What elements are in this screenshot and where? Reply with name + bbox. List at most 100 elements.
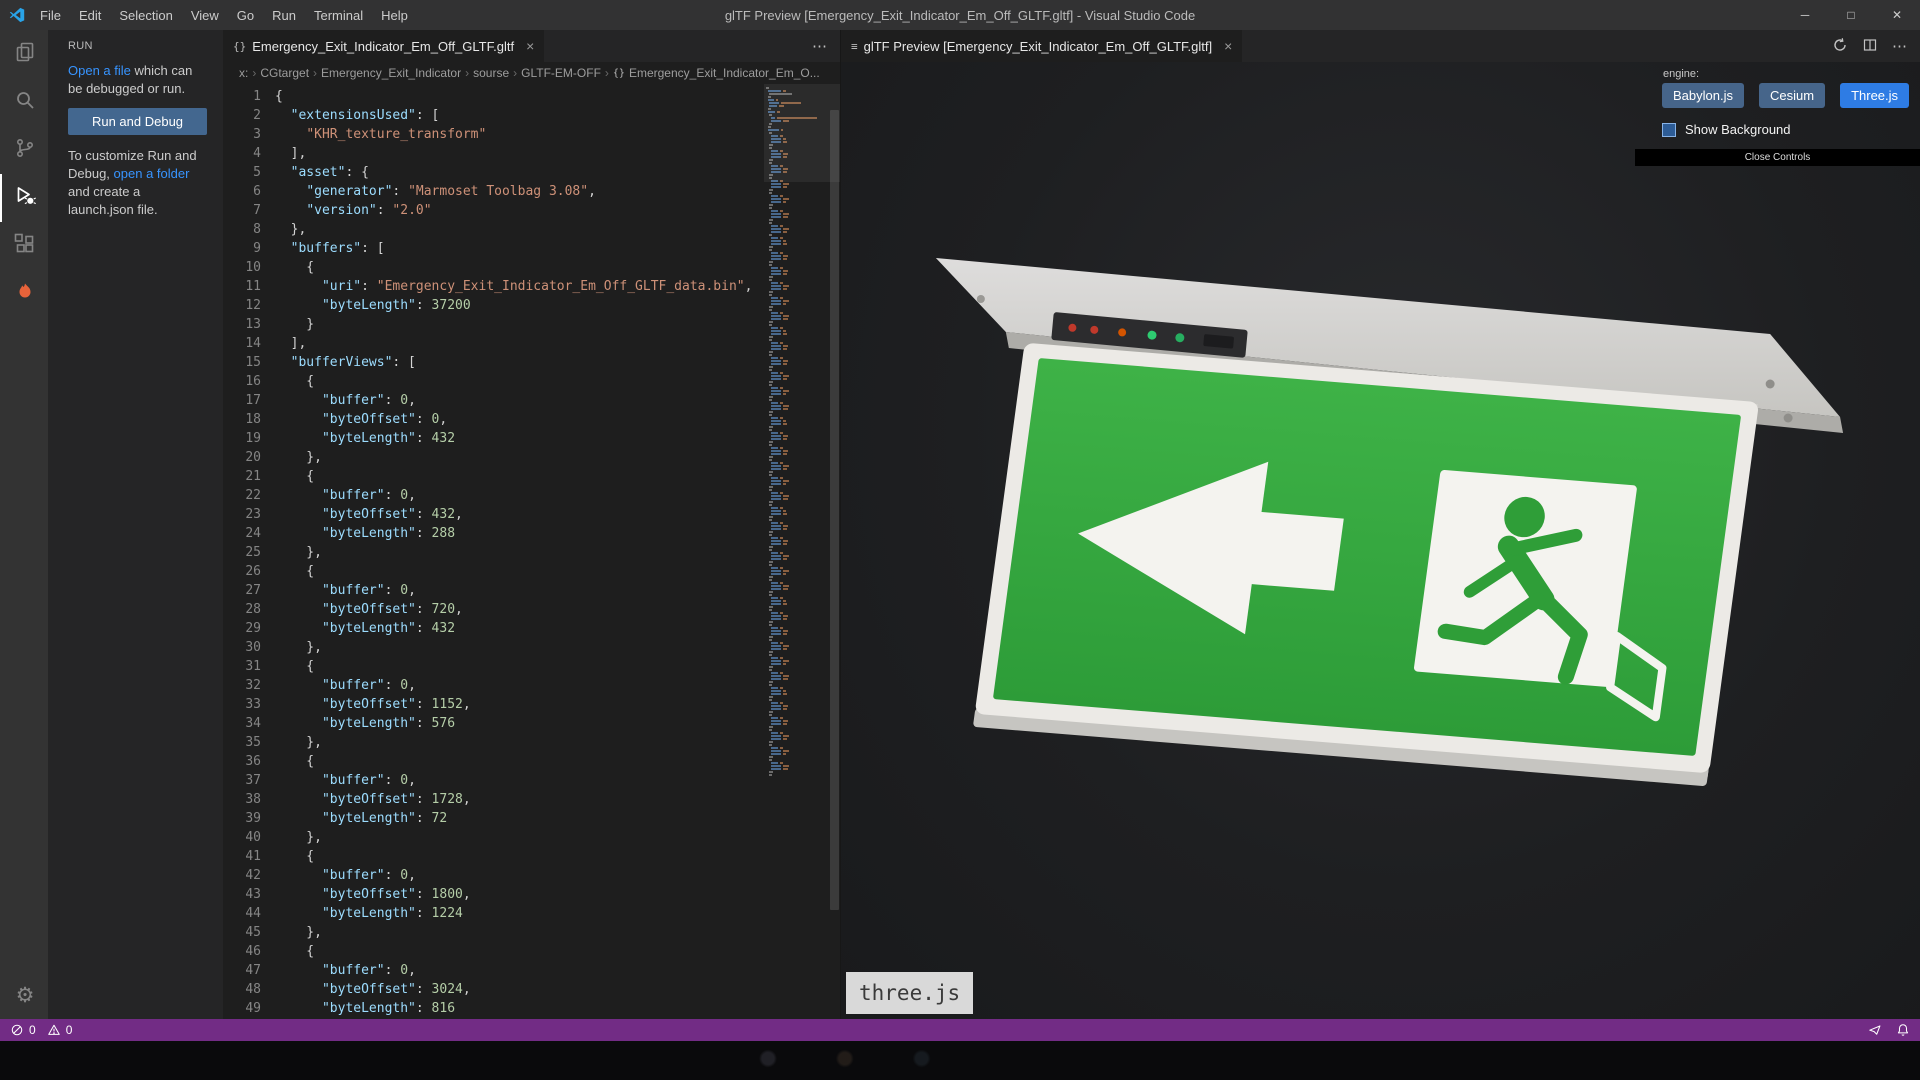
activity-item-settings[interactable]: ⚙	[0, 971, 48, 1019]
menu-edit[interactable]: Edit	[70, 0, 110, 30]
line-number[interactable]: 43	[223, 885, 261, 904]
line-number[interactable]: 13	[223, 315, 261, 334]
menu-view[interactable]: View	[182, 0, 228, 30]
split-editor-icon[interactable]	[1862, 37, 1878, 56]
line-number[interactable]: 30	[223, 638, 261, 657]
breadcrumb-item[interactable]: x:	[237, 66, 250, 80]
engine-button-threejs[interactable]: Three.js	[1840, 83, 1910, 108]
line-number[interactable]: 19	[223, 429, 261, 448]
menu-terminal[interactable]: Terminal	[305, 0, 372, 30]
activity-item-explorer[interactable]	[0, 30, 48, 78]
problems-indicator[interactable]: 0 0	[10, 1023, 78, 1037]
line-number[interactable]: 42	[223, 866, 261, 885]
line-number[interactable]: 18	[223, 410, 261, 429]
minimap-viewport[interactable]	[764, 84, 840, 182]
line-number[interactable]: 11	[223, 277, 261, 296]
breadcrumb-item[interactable]: sourse	[471, 66, 511, 80]
line-number[interactable]: 15	[223, 353, 261, 372]
open-file-link[interactable]: Open a file	[68, 63, 131, 78]
line-number[interactable]: 8	[223, 220, 261, 239]
model-canvas[interactable]	[841, 62, 1920, 1019]
code-line: "byteOffset": 0,	[321, 412, 448, 427]
breadcrumb-item[interactable]: GLTF-EM-OFF	[519, 66, 603, 80]
line-number[interactable]: 29	[223, 619, 261, 638]
maximize-button[interactable]: □	[1828, 0, 1874, 30]
windows-taskbar[interactable]	[0, 1041, 1920, 1080]
engine-button-cesium[interactable]: Cesium	[1758, 83, 1826, 108]
line-number[interactable]: 2	[223, 106, 261, 125]
line-number[interactable]: 6	[223, 182, 261, 201]
line-number[interactable]: 46	[223, 942, 261, 961]
open-folder-link[interactable]: open a folder	[114, 166, 190, 181]
preview-tab[interactable]: ≡ glTF Preview [Emergency_Exit_Indicator…	[841, 30, 1244, 62]
breadcrumb-item[interactable]: CGtarget	[258, 66, 311, 80]
line-number[interactable]: 45	[223, 923, 261, 942]
line-number[interactable]: 12	[223, 296, 261, 315]
line-number[interactable]: 36	[223, 752, 261, 771]
preview-more-actions-icon[interactable]: ⋯	[1892, 37, 1908, 55]
menu-run[interactable]: Run	[263, 0, 305, 30]
close-button[interactable]: ✕	[1874, 0, 1920, 30]
line-number[interactable]: 24	[223, 524, 261, 543]
menu-file[interactable]: File	[31, 0, 70, 30]
line-number[interactable]: 9	[223, 239, 261, 258]
breadcrumb-item[interactable]: Emergency_Exit_Indicator	[319, 66, 463, 80]
line-number[interactable]: 32	[223, 676, 261, 695]
line-number[interactable]: 23	[223, 505, 261, 524]
line-number[interactable]: 39	[223, 809, 261, 828]
close-controls-button[interactable]: Close Controls	[1635, 149, 1920, 166]
editor-tab[interactable]: {} Emergency_Exit_Indicator_Em_Off_GLTF.…	[223, 30, 546, 62]
show-background-checkbox[interactable]	[1662, 122, 1676, 137]
engine-button-babylonjs[interactable]: Babylon.js	[1662, 83, 1744, 108]
line-number[interactable]: 4	[223, 144, 261, 163]
line-number[interactable]: 3	[223, 125, 261, 144]
code-editor[interactable]: 1 2 3 4 5 6 7 8 9 10 11 12 13 14 15 16 17 18 19 20 21 22 23 24 2…	[223, 84, 840, 1019]
line-number[interactable]: 48	[223, 980, 261, 999]
preview-tab-close-icon[interactable]: ×	[1224, 38, 1232, 54]
line-number[interactable]: 44	[223, 904, 261, 923]
line-number[interactable]: 35	[223, 733, 261, 752]
menu-go[interactable]: Go	[228, 0, 263, 30]
menu-selection[interactable]: Selection	[110, 0, 181, 30]
activity-item-custom-extension[interactable]	[0, 270, 48, 318]
feedback-icon[interactable]	[1868, 1023, 1882, 1037]
line-number[interactable]: 14	[223, 334, 261, 353]
bell-icon[interactable]	[1896, 1023, 1910, 1037]
more-actions-icon[interactable]: ⋯	[812, 37, 828, 55]
activity-item-run-debug[interactable]	[0, 174, 48, 222]
line-number[interactable]: 28	[223, 600, 261, 619]
run-and-debug-button[interactable]: Run and Debug	[68, 108, 207, 135]
minimap[interactable]	[765, 87, 829, 1019]
activity-item-extensions[interactable]	[0, 222, 48, 270]
line-number[interactable]: 10	[223, 258, 261, 277]
line-number[interactable]: 17	[223, 391, 261, 410]
vscode-logo-icon[interactable]	[9, 7, 25, 23]
line-number[interactable]: 5	[223, 163, 261, 182]
editor-scrollbar[interactable]	[830, 110, 839, 910]
line-number[interactable]: 16	[223, 372, 261, 391]
line-number[interactable]: 34	[223, 714, 261, 733]
tab-close-icon[interactable]: ×	[526, 38, 534, 54]
line-number[interactable]: 38	[223, 790, 261, 809]
line-number[interactable]: 41	[223, 847, 261, 866]
minimize-button[interactable]: ─	[1782, 0, 1828, 30]
line-number[interactable]: 33	[223, 695, 261, 714]
line-number[interactable]: 31	[223, 657, 261, 676]
line-number[interactable]: 49	[223, 999, 261, 1018]
breadcrumb-item[interactable]: Emergency_Exit_Indicator_Em_O...	[627, 66, 822, 80]
activity-item-source-control[interactable]	[0, 126, 48, 174]
line-number[interactable]: 27	[223, 581, 261, 600]
line-number[interactable]: 7	[223, 201, 261, 220]
line-number[interactable]: 20	[223, 448, 261, 467]
line-number[interactable]: 26	[223, 562, 261, 581]
line-number[interactable]: 47	[223, 961, 261, 980]
line-number[interactable]: 40	[223, 828, 261, 847]
refresh-icon[interactable]	[1832, 37, 1848, 56]
menu-help[interactable]: Help	[372, 0, 417, 30]
line-number[interactable]: 1	[223, 87, 261, 106]
line-number[interactable]: 22	[223, 486, 261, 505]
activity-item-search[interactable]	[0, 78, 48, 126]
line-number[interactable]: 21	[223, 467, 261, 486]
line-number[interactable]: 37	[223, 771, 261, 790]
line-number[interactable]: 25	[223, 543, 261, 562]
